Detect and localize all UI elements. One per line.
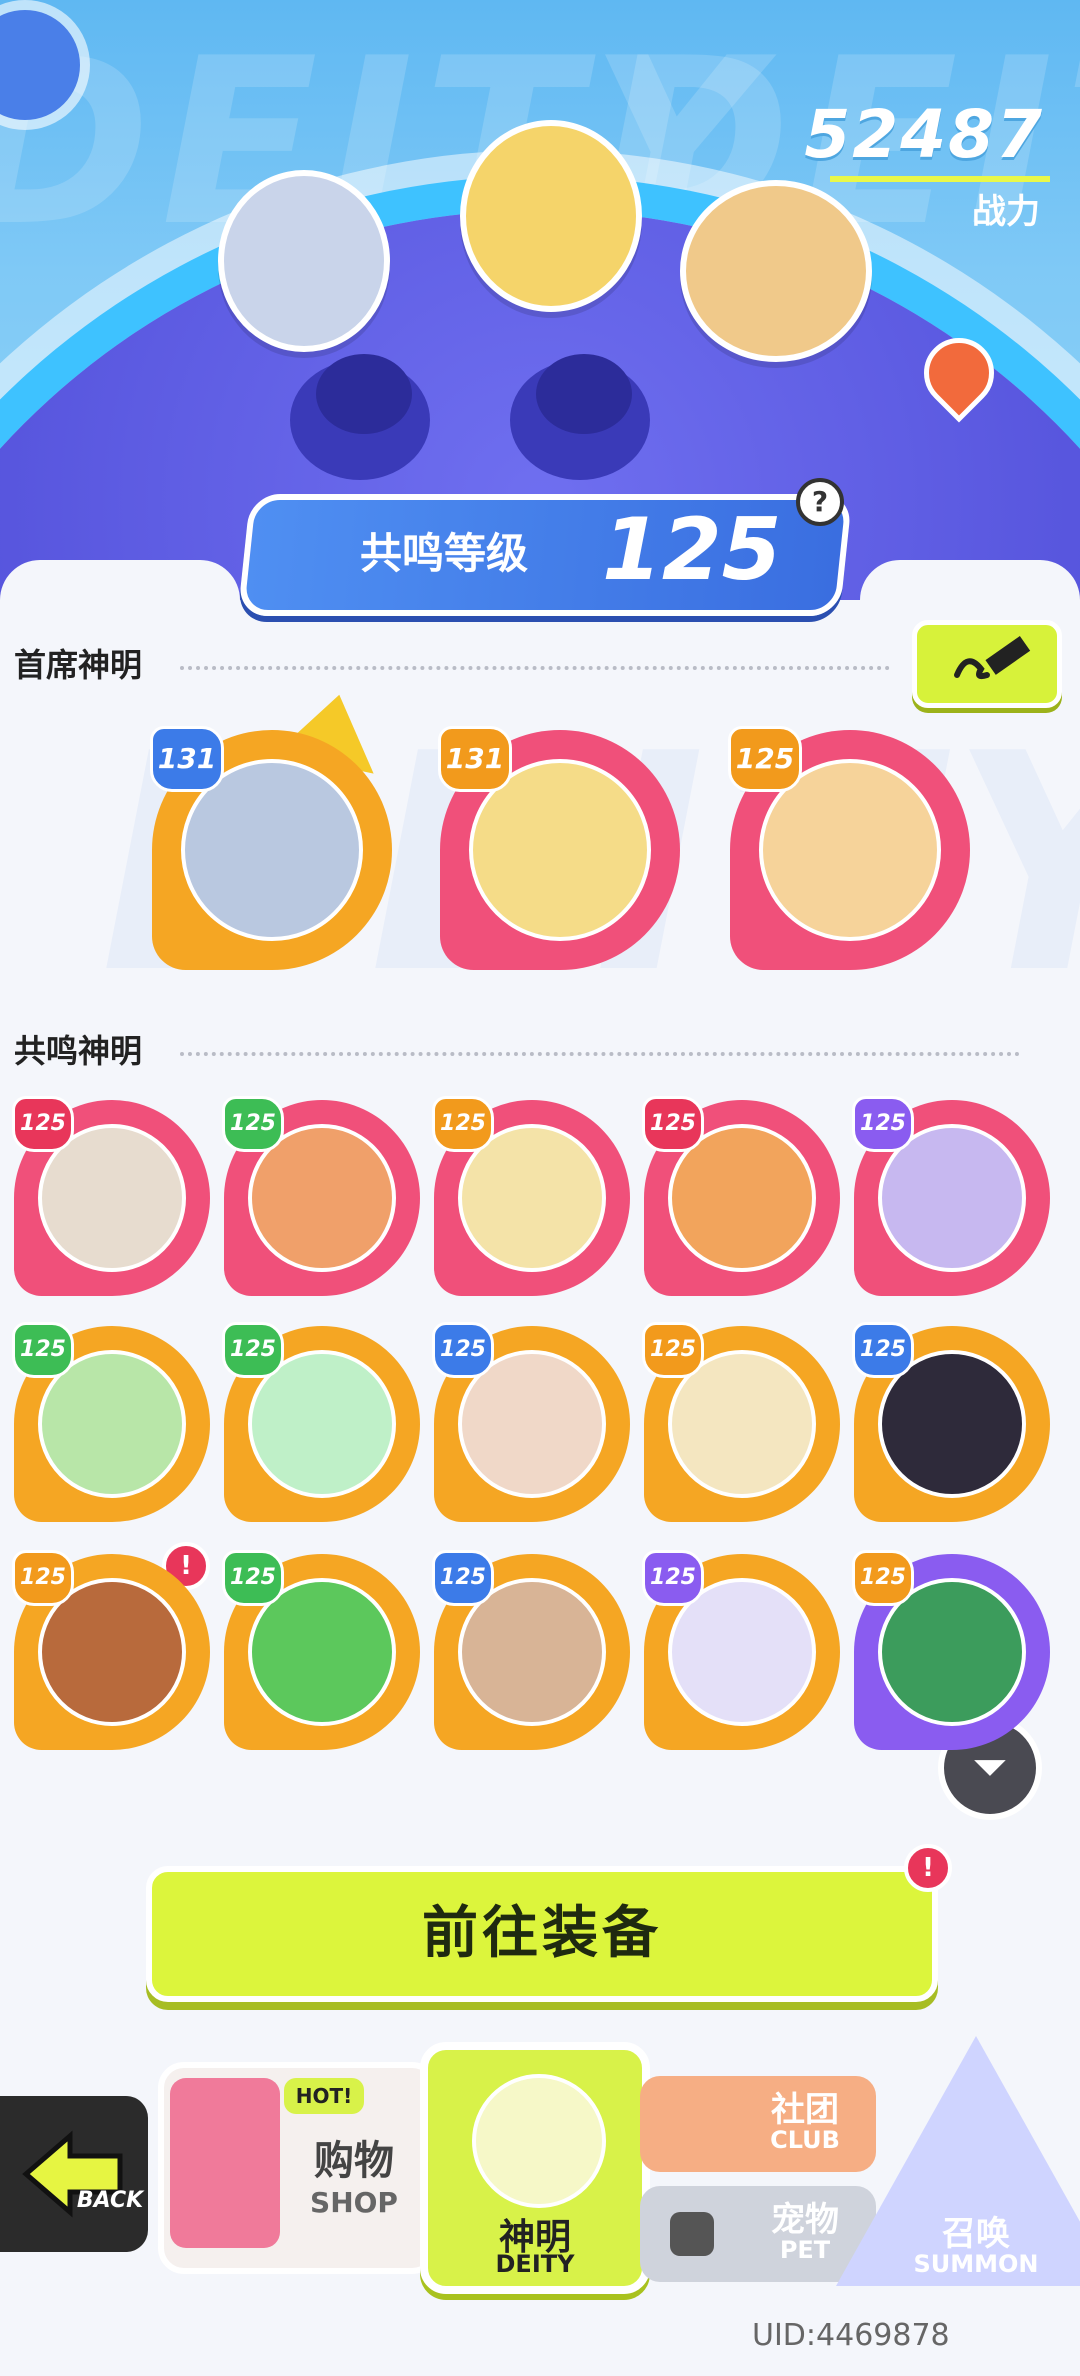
deity-level-badge: 125 bbox=[12, 1550, 74, 1606]
deity-card[interactable]: 125 bbox=[852, 1550, 1050, 1750]
deity-level-badge: 131 bbox=[150, 726, 224, 792]
deity-level-badge: 125 bbox=[222, 1096, 284, 1152]
power-value: 52487 bbox=[804, 96, 1044, 173]
deity-level-badge: 131 bbox=[438, 726, 512, 792]
nav-shop[interactable]: HOT! 购物 SHOP bbox=[158, 2062, 438, 2274]
character-silver-hair[interactable] bbox=[218, 170, 390, 352]
lock-icon bbox=[670, 2212, 714, 2256]
edit-team-button[interactable] bbox=[912, 620, 1062, 708]
equip-alert-badge: ! bbox=[904, 1844, 952, 1892]
deity-level-badge: 125 bbox=[432, 1096, 494, 1152]
deity-card[interactable]: 125 bbox=[852, 1096, 1050, 1296]
shop-label-cn: 购物 bbox=[314, 2138, 394, 2184]
deity-level-badge: 125 bbox=[222, 1322, 284, 1378]
resonance-divider bbox=[180, 1052, 1020, 1056]
power-label: 战力 bbox=[972, 192, 1040, 232]
summon-label-en: SUMMON bbox=[913, 2250, 1039, 2278]
help-icon[interactable]: ? bbox=[796, 478, 844, 526]
resonance-level-value: 125 bbox=[602, 500, 782, 600]
vending-machine-icon bbox=[170, 2078, 280, 2248]
deity-level-badge: 125 bbox=[852, 1550, 914, 1606]
deity-card[interactable]: 125 bbox=[432, 1322, 630, 1522]
deity-card[interactable]: 125 bbox=[12, 1550, 210, 1750]
deity-level-badge: 125 bbox=[852, 1096, 914, 1152]
deity-card[interactable]: 125 bbox=[642, 1550, 840, 1750]
back-label: BACK bbox=[76, 2188, 144, 2213]
deity-level-badge: 125 bbox=[642, 1322, 704, 1378]
deity-card[interactable]: 125 bbox=[642, 1096, 840, 1296]
deity-card[interactable]: 125 bbox=[12, 1322, 210, 1522]
deity-level-badge: 125 bbox=[12, 1096, 74, 1152]
character-blonde-crown[interactable] bbox=[460, 120, 642, 312]
character-sunglasses[interactable] bbox=[680, 180, 872, 362]
shop-label-en: SHOP bbox=[310, 2186, 398, 2219]
deity-card[interactable]: 125 bbox=[642, 1322, 840, 1522]
pencil-icon bbox=[954, 636, 1031, 680]
deity-card[interactable]: 125 bbox=[432, 1550, 630, 1750]
deity-card[interactable]: 125 bbox=[12, 1096, 210, 1296]
back-button[interactable]: BACK bbox=[0, 2096, 148, 2252]
primary-divider bbox=[180, 666, 890, 670]
deity-level-badge: 125 bbox=[852, 1322, 914, 1378]
planet-eye-right bbox=[510, 354, 650, 480]
hot-label: HOT! bbox=[295, 2084, 353, 2108]
primary-deities-title: 首席神明 bbox=[14, 646, 143, 684]
resonance-level-label: 共鸣等级 bbox=[360, 529, 529, 578]
drip-shape bbox=[0, 560, 240, 640]
nav-deity[interactable]: 神明 DEITY bbox=[420, 2042, 650, 2294]
resonance-deities-title: 共鸣神明 bbox=[14, 1032, 143, 1070]
deity-level-badge: 125 bbox=[432, 1550, 494, 1606]
summon-label-cn: 召唤 bbox=[942, 2214, 1010, 2254]
deity-card[interactable]: 125 bbox=[432, 1096, 630, 1296]
deity-card[interactable]: 125 bbox=[222, 1550, 420, 1750]
deity-card[interactable]: 131 bbox=[150, 726, 392, 970]
deity-level-badge: 125 bbox=[728, 726, 802, 792]
deity-card[interactable]: 125 bbox=[222, 1322, 420, 1522]
arrow-left-icon bbox=[22, 2130, 123, 2218]
deity-card[interactable]: 125 bbox=[222, 1096, 420, 1296]
deity-card[interactable]: 125 bbox=[728, 726, 970, 970]
deity-label-en: DEITY bbox=[495, 2250, 575, 2278]
deity-card[interactable]: 125 bbox=[852, 1322, 1050, 1522]
user-id: UID:4469878 bbox=[752, 2318, 950, 2353]
deity-level-badge: 125 bbox=[642, 1096, 704, 1152]
deity-level-badge: 125 bbox=[642, 1550, 704, 1606]
planet-eye-left bbox=[290, 354, 430, 480]
deity-level-badge: 125 bbox=[222, 1550, 284, 1606]
deity-level-badge: 125 bbox=[12, 1322, 74, 1378]
deity-tab-avatar bbox=[472, 2074, 606, 2208]
deity-level-badge: 125 bbox=[432, 1322, 494, 1378]
go-equip-label: 前往装备 bbox=[422, 1901, 662, 1966]
deity-card[interactable]: 131 bbox=[438, 726, 680, 970]
power-underline bbox=[830, 176, 1050, 182]
hot-tag: HOT! bbox=[284, 2078, 364, 2114]
